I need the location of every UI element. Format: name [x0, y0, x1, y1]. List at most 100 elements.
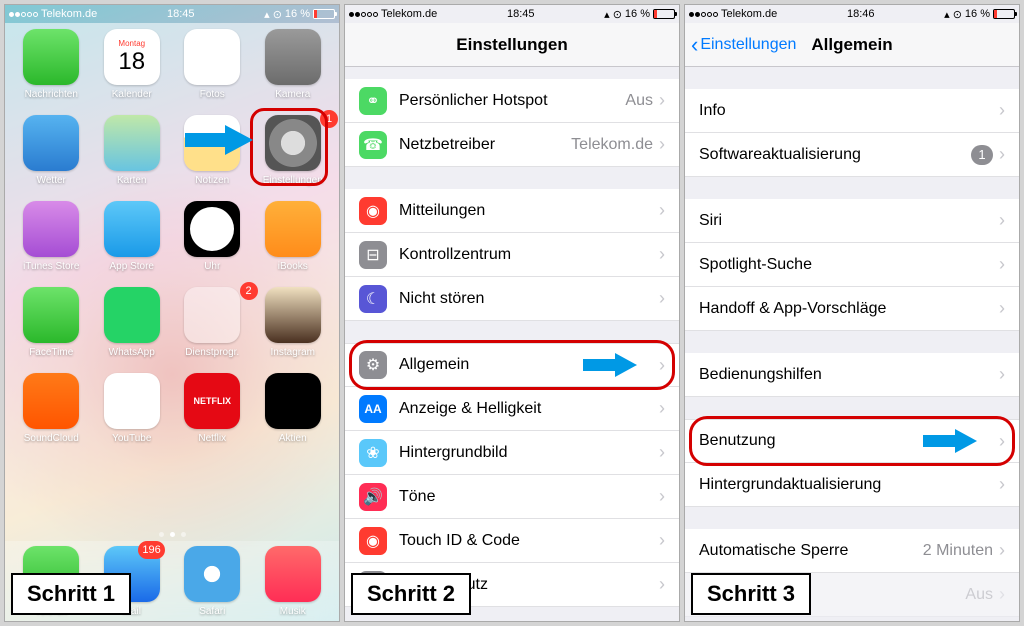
app-camera[interactable]: Kamera [253, 29, 334, 115]
status-bar: Telekom.de 18:46 ▴ ⊙ 16 % [685, 5, 1019, 23]
location-icon: ▴ [944, 8, 950, 21]
row-autolock[interactable]: Automatische Sperre2 Minuten› [685, 529, 1019, 573]
battery-icon [993, 9, 1015, 19]
row-spotlight[interactable]: Spotlight-Suche› [685, 243, 1019, 287]
app-appstore[interactable]: App Store [92, 201, 173, 287]
page-indicator[interactable] [5, 532, 339, 537]
panel-step-2: Telekom.de 18:45 ▴ ⊙ 16 % Einstellungen … [344, 4, 680, 622]
arrow-to-settings [185, 123, 255, 157]
dock-safari[interactable]: Safari [184, 546, 240, 617]
row-dnd[interactable]: ☾Nicht stören› [345, 277, 679, 321]
app-whatsapp[interactable]: WhatsApp [92, 287, 173, 373]
row-touchid[interactable]: ◉Touch ID & Code› [345, 519, 679, 563]
settings-badge: 1 [320, 110, 338, 128]
app-itunes[interactable]: iTunes Store [11, 201, 92, 287]
panel-step-1: Telekom.de 18:45 ▴ ⊙ 16 % Nachrichten Mo… [4, 4, 340, 622]
chevron-right-icon: › [999, 144, 1005, 165]
location-icon: ▴ [604, 8, 610, 21]
row-control-center[interactable]: ⊟Kontrollzentrum› [345, 233, 679, 277]
chevron-right-icon: › [659, 90, 665, 111]
row-display[interactable]: AAAnzeige & Helligkeit› [345, 387, 679, 431]
alarm-icon: ⊙ [613, 8, 622, 21]
touchid-icon: ◉ [359, 527, 387, 555]
row-accessibility[interactable]: Bedienungshilfen› [685, 353, 1019, 397]
carrier-label: Telekom.de [41, 8, 97, 20]
chevron-right-icon: › [659, 442, 665, 463]
back-button[interactable]: ‹Einstellungen [691, 34, 796, 56]
nav-bar: ‹Einstellungen Allgemein [685, 23, 1019, 67]
general-list[interactable]: Info› Softwareaktualisierung1› Siri› Spo… [685, 67, 1019, 621]
app-settings[interactable]: 1Einstellungen [253, 115, 334, 201]
gear-icon: ⚙ [359, 351, 387, 379]
carrier-label: Telekom.de [721, 8, 777, 20]
row-background-refresh[interactable]: Hintergrundaktualisierung› [685, 463, 1019, 507]
row-software-update[interactable]: Softwareaktualisierung1› [685, 133, 1019, 177]
app-soundcloud[interactable]: SoundCloud [11, 373, 92, 459]
battery-icon [313, 9, 335, 19]
battery-pct: 16 % [285, 8, 310, 20]
sounds-icon: 🔊 [359, 483, 387, 511]
row-siri[interactable]: Siri› [685, 199, 1019, 243]
arrow-to-general [583, 351, 639, 379]
step-2-label: Schritt 2 [351, 573, 471, 615]
carrier-label: Telekom.de [381, 8, 437, 20]
chevron-right-icon: › [999, 364, 1005, 385]
hotspot-icon: ⚭ [359, 87, 387, 115]
location-icon: ▴ [264, 8, 270, 21]
app-utilities-folder[interactable]: 2Dienstprogr. [172, 287, 253, 373]
app-calendar[interactable]: Montag18Kalender [92, 29, 173, 115]
app-netflix[interactable]: NETFLIXNetflix [172, 373, 253, 459]
panel-step-3: Telekom.de 18:46 ▴ ⊙ 16 % ‹Einstellungen… [684, 4, 1020, 622]
app-instagram[interactable]: Instagram [253, 287, 334, 373]
chevron-left-icon: ‹ [691, 34, 698, 56]
app-youtube[interactable]: YouTube [92, 373, 173, 459]
dnd-icon: ☾ [359, 285, 387, 313]
chevron-right-icon: › [659, 486, 665, 507]
row-wallpaper[interactable]: ❀Hintergrundbild› [345, 431, 679, 475]
nav-bar: Einstellungen [345, 23, 679, 67]
dock-music[interactable]: Musik [265, 546, 321, 617]
app-ibooks[interactable]: iBooks [253, 201, 334, 287]
chevron-right-icon: › [659, 134, 665, 155]
chevron-right-icon: › [659, 200, 665, 221]
carrier-icon: ☎ [359, 131, 387, 159]
row-info[interactable]: Info› [685, 89, 1019, 133]
settings-list[interactable]: ⚭Persönlicher HotspotAus› ☎Netzbetreiber… [345, 67, 679, 621]
row-sounds[interactable]: 🔊Töne› [345, 475, 679, 519]
status-bar: Telekom.de 18:45 ▴ ⊙ 16 % [345, 5, 679, 23]
app-photos[interactable]: Fotos [172, 29, 253, 115]
signal-dots-icon [9, 12, 38, 17]
app-weather[interactable]: Wetter [11, 115, 92, 201]
row-carrier[interactable]: ☎NetzbetreiberTelekom.de› [345, 123, 679, 167]
row-hotspot[interactable]: ⚭Persönlicher HotspotAus› [345, 79, 679, 123]
app-maps[interactable]: Karten [92, 115, 173, 201]
wallpaper-icon: ❀ [359, 439, 387, 467]
row-handoff[interactable]: Handoff & App-Vorschläge› [685, 287, 1019, 331]
status-time: 18:45 [167, 8, 195, 20]
row-notifications[interactable]: ◉Mitteilungen› [345, 189, 679, 233]
app-messages[interactable]: Nachrichten [11, 29, 92, 115]
battery-pct: 16 % [625, 8, 650, 20]
nav-title: Einstellungen [456, 35, 567, 55]
update-badge: 1 [971, 145, 993, 165]
status-time: 18:45 [507, 8, 535, 20]
app-stocks[interactable]: Aktien [253, 373, 334, 459]
chevron-right-icon: › [999, 298, 1005, 319]
battery-icon [653, 9, 675, 19]
battery-pct: 16 % [965, 8, 990, 20]
app-clock[interactable]: Uhr [172, 201, 253, 287]
nav-title: Allgemein [811, 35, 892, 55]
chevron-right-icon: › [659, 355, 665, 376]
chevron-right-icon: › [659, 244, 665, 265]
app-facetime[interactable]: FaceTime [11, 287, 92, 373]
chevron-right-icon: › [659, 574, 665, 595]
chevron-right-icon: › [659, 398, 665, 419]
chevron-right-icon: › [999, 100, 1005, 121]
status-time: 18:46 [847, 8, 875, 20]
chevron-right-icon: › [999, 431, 1005, 452]
chevron-right-icon: › [659, 530, 665, 551]
status-bar: Telekom.de 18:45 ▴ ⊙ 16 % [5, 5, 339, 23]
control-center-icon: ⊟ [359, 241, 387, 269]
step-3-label: Schritt 3 [691, 573, 811, 615]
chevron-right-icon: › [999, 210, 1005, 231]
